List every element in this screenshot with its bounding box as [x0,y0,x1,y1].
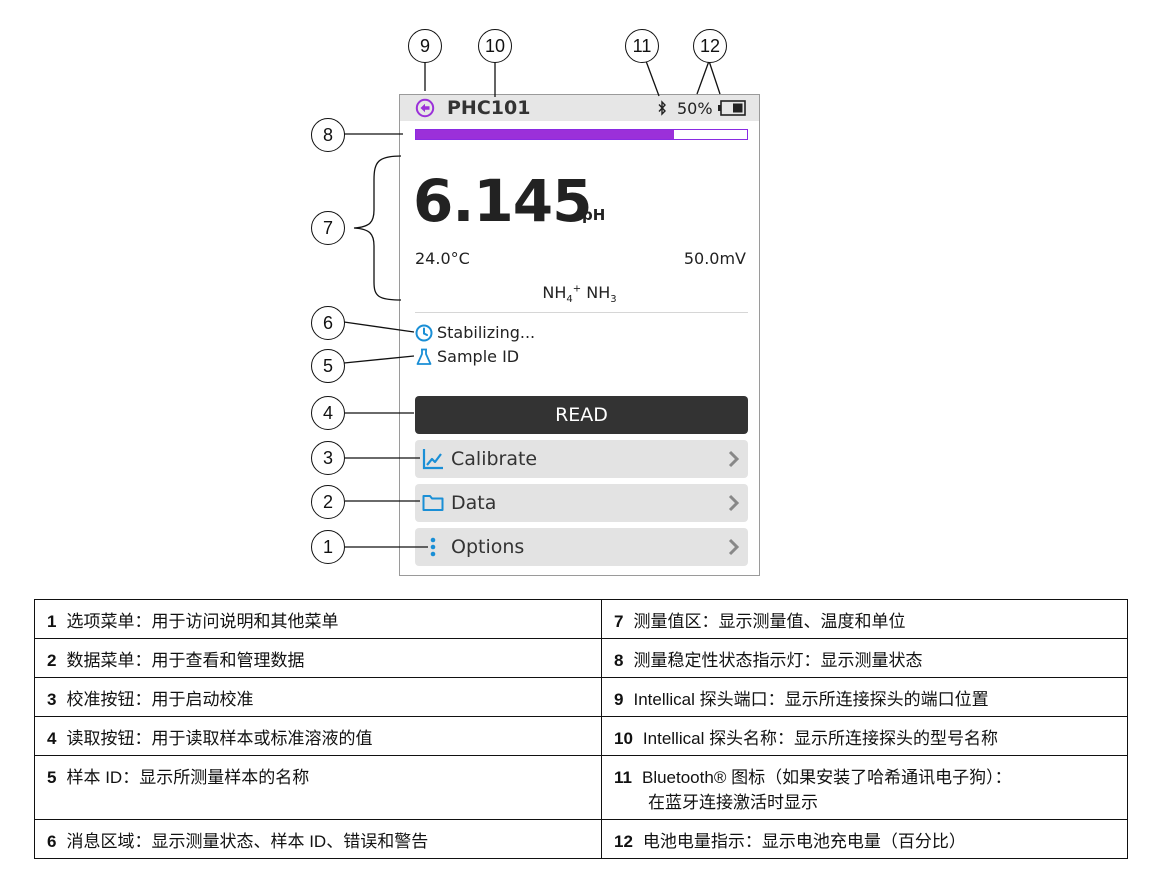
measurement-unit: pH [582,206,606,224]
probe-port-icon [415,98,435,118]
callout-7: 7 [311,211,345,245]
temperature-value: 24.0°C [415,249,470,268]
chevron-right-icon [728,538,740,556]
legend-row: 1 选项菜单：用于访问说明和其他菜单 7 测量值区：显示测量值、温度和单位 [34,599,1128,639]
legend-cell: 5 样本 ID：显示所测量样本的名称 [34,755,602,820]
measurement-value: 6.145 [413,167,592,235]
legend-cell: 1 选项菜单：用于访问说明和其他菜单 [34,599,602,639]
folder-icon [422,495,444,511]
legend-cell: 9 Intellical 探头端口：显示所连接探头的端口位置 [601,677,1128,717]
stability-indicator-fill [416,130,675,139]
callout-2: 2 [311,485,345,519]
callout-11: 11 [625,29,659,63]
options-label: Options [451,536,525,558]
callout-10: 10 [478,29,512,63]
battery-icon [718,100,746,116]
callout-12: 12 [693,29,727,63]
legend-table: 1 选项菜单：用于访问说明和其他菜单 7 测量值区：显示测量值、温度和单位 2 数据菜… [34,599,1128,859]
legend-row: 5 样本 ID：显示所测量样本的名称 11 Bluetooth® 图标（如果安装了哈… [34,755,1128,820]
bluetooth-icon [658,100,666,116]
legend-cell: 2 数据菜单：用于查看和管理数据 [34,638,602,678]
legend-cell: 7 测量值区：显示测量值、温度和单位 [601,599,1128,639]
legend-row: 4 读取按钮：用于读取样本或标准溶液的值 10 Intellical 探头名称：显示… [34,716,1128,756]
measured-species: NH4+ NH3 [542,283,617,306]
status-message: Stabilizing... [415,323,535,342]
millivolt-value: 50.0mV [683,249,746,268]
chevron-right-icon [728,450,740,468]
vertical-dots-icon [430,537,436,557]
stability-indicator [415,129,748,140]
legend-cell: 4 读取按钮：用于读取样本或标准溶液的值 [34,716,602,756]
callout-3: 3 [311,441,345,475]
legend-row: 6 消息区域：显示测量状态、样本 ID、错误和警告 12 电池电量指示：显示电池充电… [34,819,1128,859]
legend-row: 3 校准按钮：用于启动校准 9 Intellical 探头端口：显示所连接探头的端口… [34,677,1128,717]
status-bar: PHC101 50% [400,95,759,121]
battery-percent: 50% [677,99,713,118]
callout-8: 8 [311,118,345,152]
flask-icon [416,348,432,365]
divider [415,312,748,313]
meter-screen: PHC101 50% 6.145 pH 24.0°C 50.0mV NH4+ N… [399,94,760,576]
callout-9: 9 [408,29,442,63]
probe-name: PHC101 [447,97,531,119]
legend-cell: 3 校准按钮：用于启动校准 [34,677,602,717]
data-label: Data [451,492,497,514]
legend-cell: 12 电池电量指示：显示电池充电量（百分比） [601,819,1128,859]
calibrate-button[interactable]: Calibrate [415,440,748,478]
clock-icon [415,324,433,341]
legend-cell: 10 Intellical 探头名称：显示所连接探头的型号名称 [601,716,1128,756]
callout-6: 6 [311,306,345,340]
sample-id[interactable]: Sample ID [415,347,519,366]
calibration-chart-icon [422,449,443,470]
callout-4: 4 [311,396,345,430]
callout-5: 5 [311,349,345,383]
legend-cell: 8 测量稳定性状态指示灯：显示测量状态 [601,638,1128,678]
legend-row: 2 数据菜单：用于查看和管理数据 8 测量稳定性状态指示灯：显示测量状态 [34,638,1128,678]
chevron-right-icon [728,494,740,512]
read-button[interactable]: READ [415,396,748,434]
calibrate-label: Calibrate [451,448,538,470]
options-button[interactable]: Options [415,528,748,566]
data-button[interactable]: Data [415,484,748,522]
legend-cell: 11 Bluetooth® 图标（如果安装了哈希通讯电子狗）： 在蓝牙连接激活时显示 [601,755,1128,820]
legend-cell: 6 消息区域：显示测量状态、样本 ID、错误和警告 [34,819,602,859]
callout-1: 1 [311,530,345,564]
